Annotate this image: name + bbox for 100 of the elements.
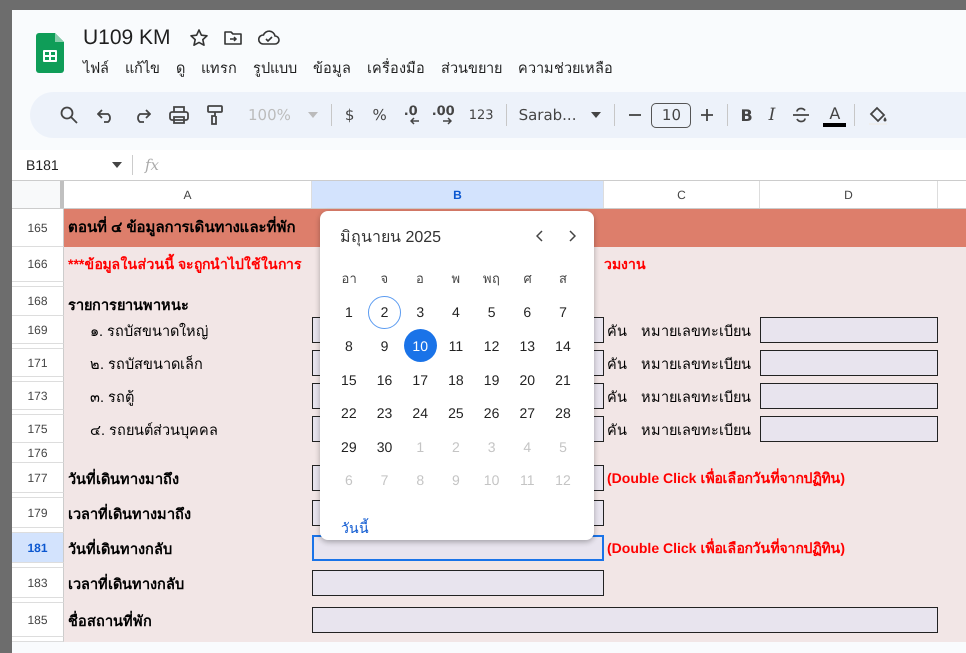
paint-format-icon[interactable] bbox=[207, 105, 223, 125]
row-number[interactable]: 183 bbox=[12, 568, 64, 598]
calendar-day[interactable]: 4 bbox=[439, 296, 472, 329]
calendar-day[interactable]: 22 bbox=[332, 396, 366, 430]
column-header[interactable]: D bbox=[760, 181, 938, 208]
calendar-day[interactable]: 23 bbox=[368, 396, 402, 430]
search-icon[interactable] bbox=[59, 105, 79, 125]
section-title: ตอนที่ ๔ ข้อมูลการเดินทางและที่พัก bbox=[64, 215, 296, 239]
fill-color-icon[interactable] bbox=[868, 105, 888, 125]
decrease-decimals-button[interactable]: .0 bbox=[396, 100, 426, 130]
calendar-day[interactable]: 5 bbox=[475, 296, 508, 329]
calendar-day[interactable]: 28 bbox=[546, 396, 580, 430]
calendar-day[interactable]: 15 bbox=[332, 363, 366, 396]
plate-label: หมายเลขทะเบียน bbox=[640, 388, 751, 408]
star-icon[interactable] bbox=[188, 28, 209, 48]
menu-item[interactable]: ข้อมูล bbox=[313, 56, 351, 79]
calendar-day[interactable]: 19 bbox=[475, 363, 508, 396]
hint-text: (Double Click เพื่อเลือกวันที่จากปฏิทิน) bbox=[606, 537, 846, 558]
caret-icon[interactable] bbox=[591, 112, 602, 118]
calendar-day[interactable]: 3 bbox=[404, 296, 437, 329]
calendar-day[interactable]: 16 bbox=[368, 363, 402, 396]
vehicle-label: ๒. รถบัสขนาดเล็ก bbox=[89, 354, 204, 374]
row-number[interactable]: 176 bbox=[12, 443, 64, 463]
calendar-day[interactable]: 1 bbox=[332, 296, 366, 329]
bold-button[interactable]: B bbox=[732, 100, 761, 130]
caret-icon[interactable] bbox=[112, 162, 122, 168]
more-formats-button[interactable]: 123 bbox=[460, 100, 502, 130]
menu-item[interactable]: แก้ไข bbox=[125, 56, 160, 79]
menu-item[interactable]: ส่วนขยาย bbox=[441, 56, 502, 79]
row-number[interactable]: 175 bbox=[12, 415, 64, 443]
input-field[interactable] bbox=[760, 317, 938, 343]
row-number[interactable]: 185 bbox=[12, 603, 64, 637]
input-field[interactable] bbox=[760, 350, 938, 376]
row-number[interactable]: 168 bbox=[12, 287, 64, 316]
row-number[interactable]: 169 bbox=[12, 316, 64, 344]
calendar-day[interactable]: 29 bbox=[332, 430, 366, 464]
calendar-day[interactable]: 21 bbox=[546, 363, 580, 396]
menu-item[interactable]: ไฟล์ bbox=[83, 56, 109, 79]
row-number[interactable]: 181 bbox=[12, 533, 64, 563]
calendar-day[interactable]: 9 bbox=[368, 329, 402, 362]
calendar-day[interactable]: 24 bbox=[404, 396, 437, 430]
calendar-day[interactable]: 17 bbox=[404, 363, 437, 396]
arrow-left-icon[interactable] bbox=[410, 116, 420, 124]
document-title[interactable]: U109 KM bbox=[83, 26, 171, 50]
row-number[interactable]: 171 bbox=[12, 349, 64, 377]
menu-item[interactable]: ความช่วยเหลือ bbox=[518, 56, 613, 79]
calendar-day[interactable]: 25 bbox=[439, 396, 472, 430]
row-number[interactable]: 179 bbox=[12, 498, 64, 528]
calendar-day[interactable]: 13 bbox=[510, 329, 544, 362]
menu-item[interactable]: รูปแบบ bbox=[253, 56, 297, 79]
calendar-day[interactable]: 2 bbox=[368, 296, 402, 329]
input-field[interactable] bbox=[760, 383, 938, 409]
calendar-day[interactable]: 8 bbox=[332, 329, 366, 362]
input-field[interactable] bbox=[312, 607, 938, 633]
field-label: เวลาที่เดินทางมาถึง bbox=[64, 502, 191, 524]
italic-button[interactable]: I bbox=[760, 100, 784, 130]
row-number[interactable]: 166 bbox=[12, 247, 64, 282]
today-link[interactable]: วันนี้ bbox=[341, 517, 369, 540]
column-header[interactable]: B bbox=[312, 181, 604, 208]
cloud-check-icon[interactable] bbox=[256, 28, 281, 48]
move-folder-icon[interactable] bbox=[222, 28, 243, 48]
chevron-left-icon[interactable] bbox=[536, 230, 544, 242]
row-number[interactable]: 173 bbox=[12, 382, 64, 410]
field-label: ชื่อสถานที่พัก bbox=[64, 608, 152, 632]
arrow-right-icon[interactable] bbox=[442, 116, 452, 124]
calendar-day[interactable]: 30 bbox=[368, 430, 402, 464]
input-field[interactable] bbox=[312, 570, 604, 596]
chevron-right-icon[interactable] bbox=[568, 230, 576, 242]
font-select[interactable]: Sarab... bbox=[510, 100, 582, 130]
function-label: fx bbox=[145, 156, 160, 174]
calendar-day[interactable]: 20 bbox=[510, 363, 544, 396]
currency-button[interactable]: $ bbox=[336, 100, 364, 130]
calendar-day[interactable]: 10 bbox=[404, 329, 437, 362]
calendar-day[interactable]: 6 bbox=[510, 296, 544, 329]
unit-label: คัน bbox=[606, 356, 627, 374]
calendar-day[interactable]: 14 bbox=[546, 329, 580, 362]
sheets-logo-icon[interactable] bbox=[36, 33, 64, 73]
weekday-label: จ bbox=[380, 270, 390, 288]
menu-item[interactable]: เครื่องมือ bbox=[367, 56, 425, 79]
name-box[interactable]: B181 bbox=[12, 157, 100, 173]
print-icon[interactable] bbox=[169, 106, 189, 124]
menu-item[interactable]: ดู bbox=[176, 56, 185, 79]
row-number[interactable]: 165 bbox=[12, 209, 64, 247]
hint-text: (Double Click เพื่อเลือกวันที่จากปฏิทิน) bbox=[606, 467, 846, 488]
calendar-day[interactable]: 27 bbox=[510, 396, 544, 430]
text-color-button[interactable]: A bbox=[823, 103, 846, 127]
calendar-day[interactable]: 26 bbox=[475, 396, 508, 430]
menu-item[interactable]: แทรก bbox=[201, 56, 237, 79]
calendar-day[interactable]: 7 bbox=[546, 296, 580, 329]
strikethrough-icon[interactable] bbox=[792, 106, 810, 124]
calendar-day[interactable]: 18 bbox=[439, 363, 472, 396]
percent-button[interactable]: % bbox=[363, 100, 396, 130]
plus-icon[interactable] bbox=[700, 108, 714, 122]
calendar-day[interactable]: 11 bbox=[439, 329, 472, 362]
input-field[interactable] bbox=[760, 416, 938, 442]
column-header[interactable]: C bbox=[604, 181, 760, 208]
row-number[interactable]: 177 bbox=[12, 463, 64, 493]
font-size-field[interactable]: 10 bbox=[651, 102, 692, 128]
increase-decimals-button[interactable]: .00 bbox=[426, 100, 461, 130]
calendar-day[interactable]: 12 bbox=[475, 329, 508, 362]
